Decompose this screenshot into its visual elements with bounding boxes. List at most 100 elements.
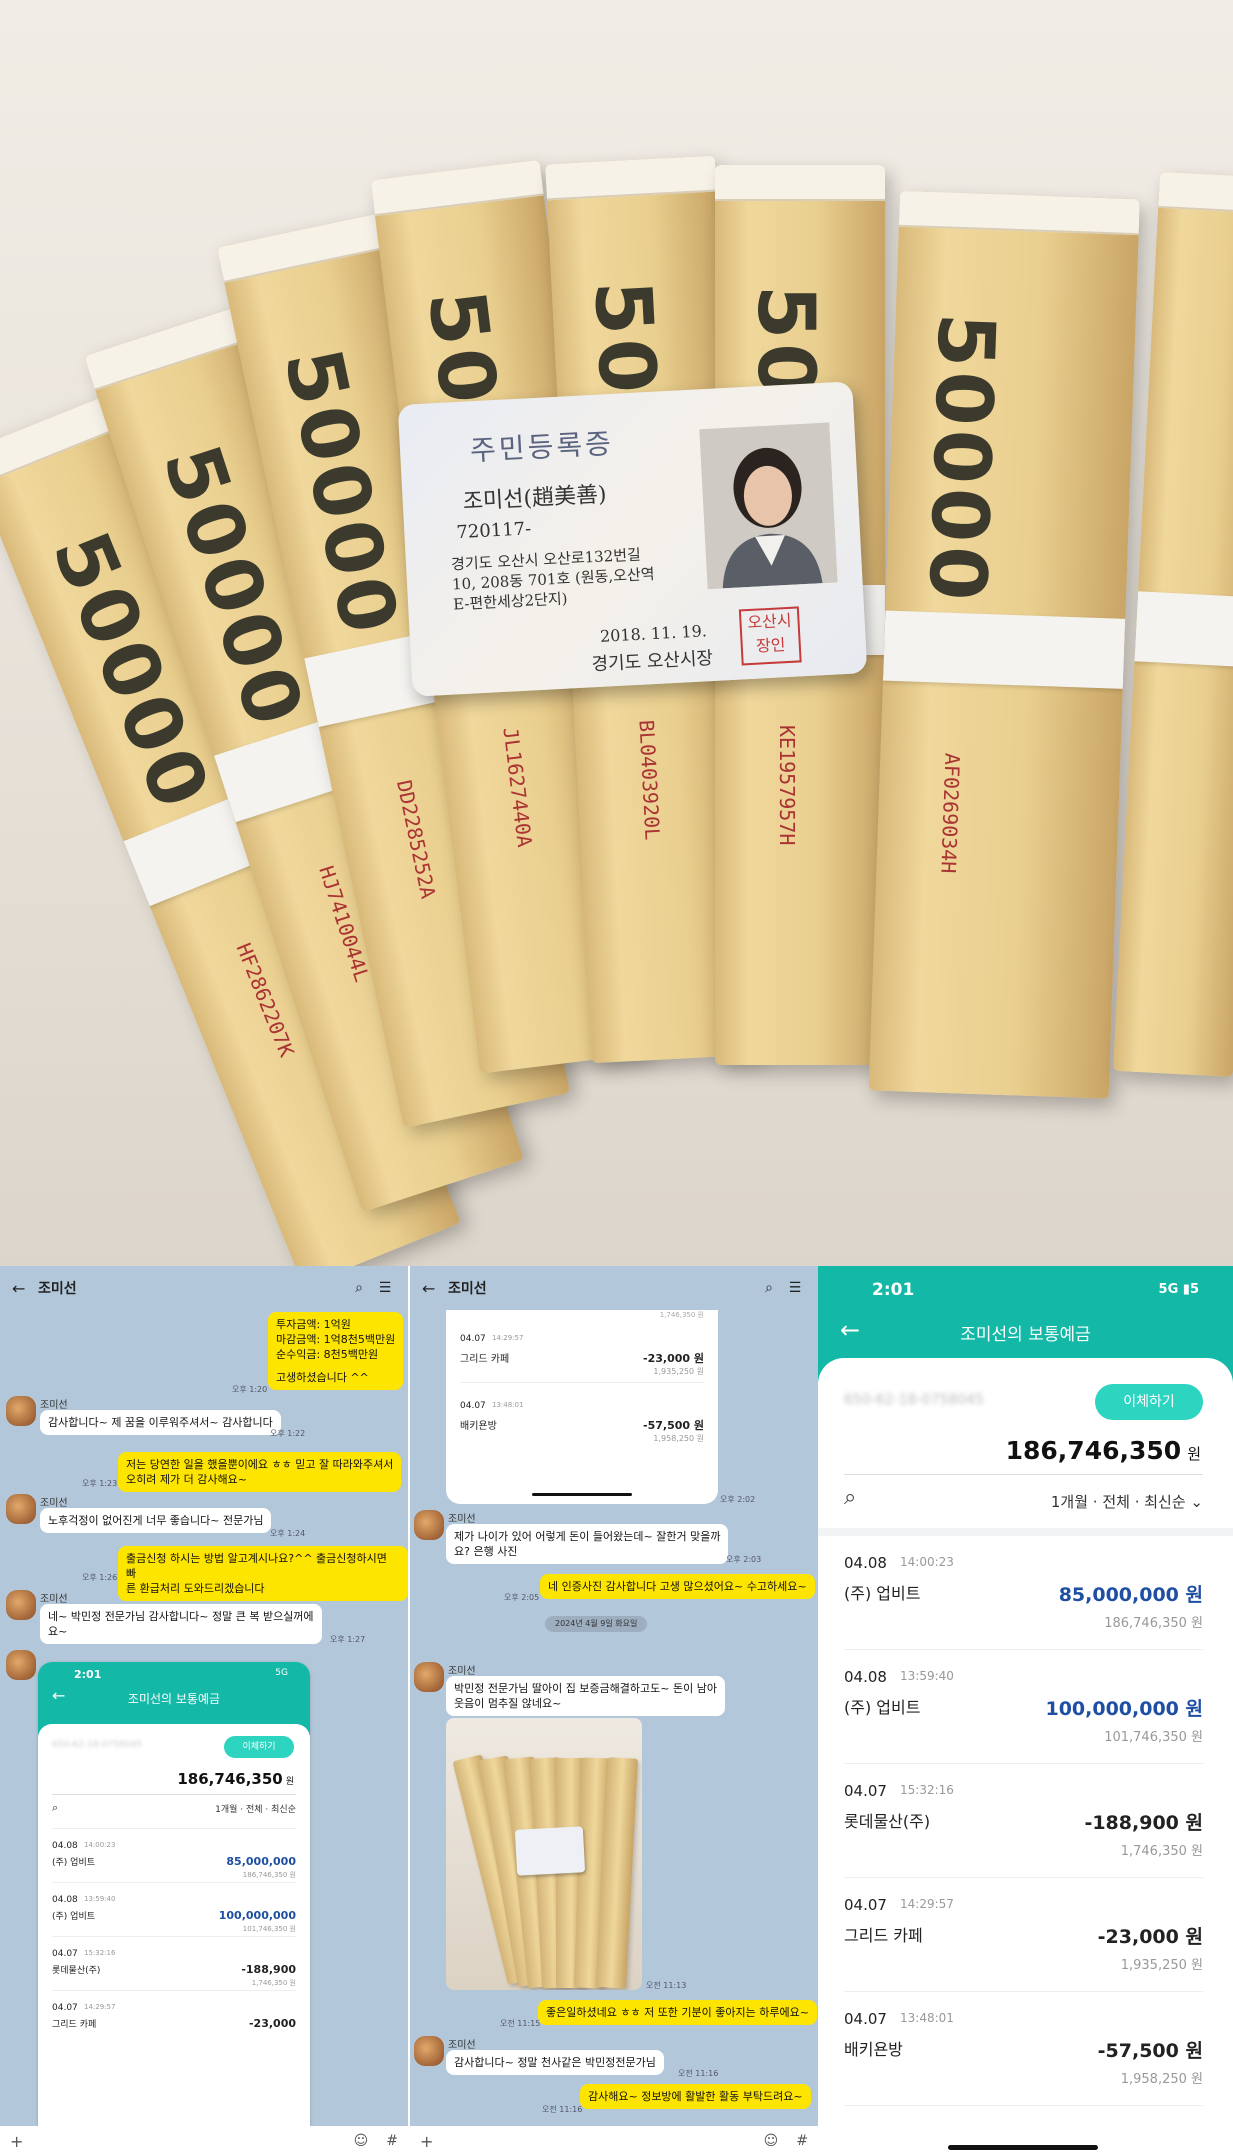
transaction-filter[interactable]: ⌕ 1개월 · 전체 · 최신순 ⌄	[844, 1474, 1203, 1524]
message-time: 오후 1:24	[270, 1529, 306, 1538]
chat-message-other: 박민정 전문가님 딸아이 집 보증금해결하고도~ 돈이 남아 웃음이 멈추질 않…	[446, 1676, 725, 1716]
message-time: 오후 2:05	[504, 1593, 540, 1602]
network-indicator: 5G ▮5	[1158, 1282, 1199, 1297]
list-item[interactable]: 04.08 13:59:40 (주) 업비트 100,000,000 원 101,…	[844, 1650, 1203, 1764]
message-time: 오후 1:27	[330, 1635, 366, 1644]
avatar[interactable]	[414, 2036, 444, 2066]
shared-photo[interactable]	[446, 1718, 642, 1990]
hash-icon[interactable]: #	[796, 2133, 808, 2149]
sender-name: 조미선	[40, 1594, 68, 1605]
id-card-address: 경기도 오산시 오산로132번길 10, 208동 701호 (원동,오산역 E…	[450, 545, 655, 614]
list-item: 04.07 13:48:01 배키욘방 -57,500 원 1,958,250 원	[460, 1382, 704, 1448]
note-serial: DD2285252A	[391, 777, 441, 901]
list-item: 04.07 14:29:57 그리드 카페 -23,000 원 1,935,250 …	[460, 1334, 704, 1376]
id-portrait	[699, 422, 838, 590]
note-value: 50000	[910, 311, 1011, 606]
shared-bank-screenshot[interactable]: 1,746,350 원 04.07 14:29:57 그리드 카페 -23,000 …	[446, 1310, 718, 1504]
chat-message-me: 좋은일하셨네요 ㅎㅎ 저 또한 기분이 좋아지는 하루에요~	[538, 2000, 817, 2025]
message-time: 오전 11:13	[646, 1981, 687, 1990]
chat-title: 조미선	[448, 1281, 487, 1297]
official-seal: 오산시장인	[738, 606, 802, 666]
chat-message-other: 네~ 박민정 전문가님 감사합니다~ 정말 큰 복 받으실꺼에 요~	[40, 1604, 322, 1644]
message-time: 오전 11:16	[678, 2069, 719, 2078]
cash-photo: 50000 HF2862207K 50000 HJ7410044L 50000 DD2…	[0, 0, 1233, 1266]
plus-icon[interactable]: +	[420, 2132, 746, 2151]
id-card-title: 주민등록증	[469, 426, 615, 468]
date-divider: 2024년 4월 9일 화요일	[545, 1616, 648, 1632]
message-time: 오후 1:26	[82, 1573, 118, 1582]
emoji-icon[interactable]: ☺	[354, 2133, 369, 2149]
chat-message-me: 투자금액: 1억원 마감금액: 1억8천5백만원 순수익금: 8천5백만원 고생…	[268, 1312, 404, 1390]
shared-bank-screenshot[interactable]: 2:01 5G ← 조미선의 보통예금 650-62-18-0758045 이체…	[38, 1662, 310, 2132]
sender-name: 조미선	[448, 2040, 476, 2051]
message-time: 오전 11:15	[500, 2019, 541, 2028]
list-item: 04.07 15:32:16 롯데물산(주) -188,900 1,746,350 …	[52, 1936, 296, 1990]
list-item[interactable]: 04.07 13:48:01 배키욘방 -57,500 원 1,958,250 원	[844, 1992, 1203, 2106]
chat-message-other: 제가 나이가 있어 어렇게 돈이 들어왔는데~ 잘한거 맞을까 요? 은행 사진	[446, 1524, 729, 1564]
chat-screen-left: ← 조미선 ⌕ ☰ 투자금액: 1억원 마감금액: 1억8천5백만원 순수익금:…	[0, 1266, 408, 2156]
search-icon: ⌕	[52, 1801, 59, 1814]
note-serial: BL0403920L	[634, 719, 665, 841]
chat-header: ← 조미선 ⌕ ☰	[410, 1266, 818, 1310]
resident-id-card: 주민등록증 조미선(趙美善) 720117- 경기도 오산시 오산로132번길 …	[397, 381, 868, 697]
sender-name: 조미선	[40, 1498, 68, 1509]
list-item: 04.08 13:59:40 (주) 업비트 100,000,000 101,746…	[52, 1882, 296, 1936]
bank-app-screen: 2:01 5G ▮5 ← 조미선의 보통예금 650-62-18-0758045…	[818, 1266, 1233, 2156]
avatar[interactable]	[6, 1494, 36, 1524]
note-serial: AF0269034H	[936, 752, 965, 874]
arrow-left-icon[interactable]: ←	[422, 1279, 442, 1298]
plus-icon[interactable]: +	[10, 2132, 336, 2151]
account-number: 650-62-18-0758045	[844, 1392, 984, 1408]
list-item: 04.07 14:29:57 그리드 카페 -23,000	[52, 1990, 296, 2044]
chat-message-me: 감사해요~ 정보방에 활발한 활동 부탁드려요~	[580, 2084, 811, 2109]
status-bar: 2:01 5G ▮5	[818, 1266, 1233, 1316]
hash-icon[interactable]: #	[386, 2133, 398, 2149]
arrow-left-icon[interactable]: ←	[12, 1279, 32, 1298]
message-time: 오후 1:20	[232, 1385, 268, 1394]
avatar[interactable]	[414, 1662, 444, 1692]
chat-message-me: 네 인증사진 감사합니다 고생 많으셨어요~ 수고하세요~	[540, 1574, 815, 1599]
avatar[interactable]	[414, 1510, 444, 1540]
message-time: 오후 1:23	[82, 1479, 118, 1488]
note-serial: KE1957957H	[775, 725, 799, 846]
search-icon[interactable]: ⌕	[348, 1280, 370, 1296]
avatar[interactable]	[6, 1590, 36, 1620]
chat-input-bar: + ☺ #	[0, 2126, 408, 2156]
message-time: 오전 11:16	[542, 2105, 583, 2114]
message-time: 오후 2:03	[726, 1555, 762, 1564]
chat-header: ← 조미선 ⌕ ☰	[0, 1266, 408, 1310]
sender-name: 조미선	[448, 1514, 476, 1525]
list-item[interactable]: 04.07 14:29:57 그리드 카페 -23,000 원 1,935,250…	[844, 1878, 1203, 1992]
hamburger-icon[interactable]: ☰	[374, 1280, 396, 1296]
status-time: 2:01	[872, 1280, 915, 1300]
sender-name: 조미선	[448, 1666, 476, 1677]
chat-message-other: 감사합니다~ 정말 천사같은 박민정전문가님	[446, 2050, 664, 2075]
chat-title: 조미선	[38, 1281, 77, 1297]
chat-message-me: 출금신청 하시는 방법 알고계시나요?^^ 출금신청하시면 빠 른 환급처리 도…	[118, 1546, 408, 1601]
list-item: 04.08 14:00:23 (주) 업비트 85,000,000 186,746,…	[52, 1828, 296, 1882]
page-title: 조미선의 보통예금	[960, 1325, 1091, 1345]
hamburger-icon[interactable]: ☰	[784, 1280, 806, 1296]
search-icon[interactable]: ⌕	[758, 1280, 780, 1296]
chat-message-other: 감사합니다~ 제 꿈을 이루워주셔서~ 감사합니다	[40, 1410, 281, 1435]
list-item[interactable]: 04.08 14:00:23 (주) 업비트 85,000,000 원 186,7…	[844, 1536, 1203, 1650]
id-card-name: 조미선(趙美善)	[462, 482, 608, 515]
message-time: 오후 2:02	[720, 1495, 756, 1504]
avatar[interactable]	[6, 1396, 36, 1426]
id-card-issue-date: 2018. 11. 19.	[599, 621, 708, 646]
list-item[interactable]: 04.07 15:32:16 롯데물산(주) -188,900 원 1,746,3…	[844, 1764, 1203, 1878]
avatar[interactable]	[6, 1650, 36, 1680]
transaction-list: 04.08 14:00:23 (주) 업비트 85,000,000 원 186,7…	[818, 1528, 1233, 2156]
chat-message-other: 노후걱정이 없어진게 너무 좋습니다~ 전문가님	[40, 1508, 272, 1533]
cash-bundle: 50000 AF0269034H	[868, 190, 1140, 1099]
chevron-down-icon: ⌄	[1190, 1493, 1203, 1511]
note-serial: JL1627440A	[498, 725, 537, 849]
sender-name: 조미선	[40, 1400, 68, 1411]
chat-input-bar: + ☺ #	[410, 2126, 818, 2156]
portrait-image	[699, 422, 838, 590]
emoji-icon[interactable]: ☺	[764, 2133, 779, 2149]
transfer-button[interactable]: 이체하기	[1095, 1384, 1203, 1420]
id-card-rrn: 720117-	[455, 518, 532, 544]
search-icon[interactable]: ⌕	[844, 1485, 856, 1510]
home-indicator[interactable]	[948, 2145, 1098, 2150]
